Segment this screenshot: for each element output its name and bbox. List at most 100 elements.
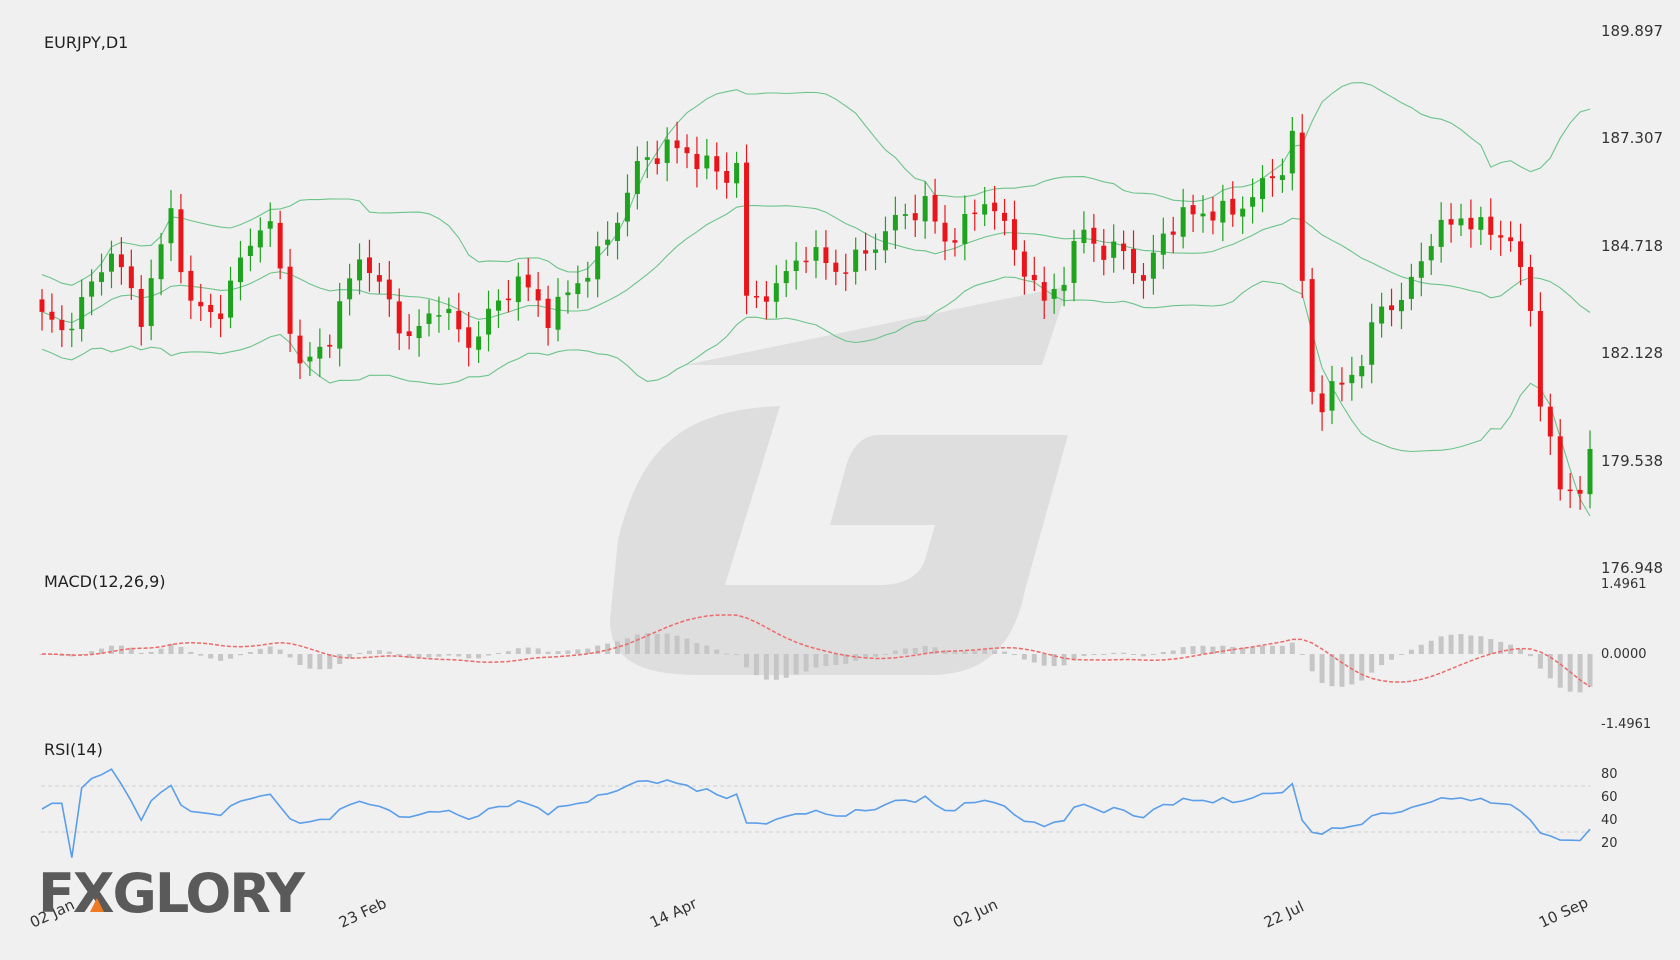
candle-body [823,247,829,264]
macd-histogram-bar [1170,650,1176,654]
macd-histogram-bar [1289,642,1295,654]
candle [317,328,323,378]
candle-body [476,336,482,350]
macd-histogram-bar [555,651,561,654]
rsi-line [41,768,1591,858]
macd-histogram-bar [108,645,114,654]
candle [1011,200,1017,266]
macd-histogram-bar [793,654,799,675]
candle [565,280,571,314]
candle [1498,220,1504,256]
candle [1220,184,1226,242]
candle [476,321,482,363]
candle-body [525,274,531,288]
macd-histogram-bar [565,650,571,654]
candle [1150,234,1156,295]
candle-body [1508,237,1514,242]
candle-body [892,214,898,231]
candle-body [1359,366,1365,377]
candle-body [396,301,402,334]
candle [1577,475,1583,510]
price-tick: 182.128 [1601,344,1663,362]
macd-histogram-bar [247,652,253,654]
candle-body [714,156,720,172]
candle-body [853,249,859,272]
candle [228,266,234,329]
candle-body [446,308,452,314]
candle-body [317,346,323,359]
macd-histogram-bar [1587,654,1593,687]
macd-histogram-bar [1359,654,1365,681]
candle [1478,206,1484,246]
candle-body [1091,227,1097,244]
candle-body [1468,217,1474,230]
macd-axis: 1.4961 0.0000 -1.4961 [1601,577,1651,732]
macd-histogram-bar [486,654,492,656]
candle [1131,230,1137,285]
macd-histogram-bar [505,651,511,654]
candle [704,138,710,180]
macd-histogram-bar [386,651,392,654]
candle-body [1081,229,1087,244]
candle [1527,254,1533,327]
candle [615,212,621,260]
macd-histogram-bar [357,652,363,654]
macd-histogram-bar [892,650,898,654]
candle [297,319,303,380]
macd-histogram-bar [267,646,273,654]
candle-body [1031,274,1037,281]
macd-histogram-bar [1021,654,1027,660]
candle [1021,240,1027,295]
macd-histogram-bar [1557,654,1563,688]
macd-histogram-bar [753,654,759,676]
candle-body [1547,406,1553,437]
candle [218,294,224,338]
candle-body [1289,130,1295,174]
candle-body [1220,200,1226,223]
macd-histogram-bar [823,654,829,666]
candle-body [267,221,273,229]
macd-histogram-bar [317,654,323,670]
candle [456,292,462,343]
candle [813,230,819,279]
macd-histogram-bar [188,651,194,654]
candle-body [793,260,799,272]
candle [208,293,214,328]
candle [406,314,412,350]
candle-body [386,279,392,300]
candle [257,217,263,263]
macd-histogram-bar [624,638,630,654]
candle-body [1309,279,1315,392]
candle-body [1190,205,1196,215]
candle [357,243,363,295]
macd-histogram-bar [912,648,918,654]
candle-body [654,158,660,164]
candle [198,283,204,322]
candle [1319,375,1325,431]
candle-body [1260,178,1266,200]
macd-histogram-bar [1131,654,1137,655]
candle-body [1170,231,1176,235]
candle-body [863,250,869,254]
candle-body [426,313,432,324]
candle-body [1071,241,1077,283]
macd-histogram-bar [1091,654,1097,655]
macd-histogram-bar [1398,654,1404,655]
macd-histogram-bar [1428,640,1434,654]
macd-histogram-bar [1577,654,1583,693]
candle-body [1061,284,1067,291]
macd-histogram-bar [654,633,660,654]
candle [1260,165,1266,213]
macd-histogram-bar [1468,635,1474,654]
macd-histogram-bar [833,654,839,666]
candle-body [555,296,561,330]
candle [396,288,402,351]
macd-histogram-bar [307,654,313,669]
candle [495,289,501,329]
candle [515,262,521,321]
macd-histogram-bar [327,654,333,669]
price-tick: 184.718 [1601,237,1663,255]
candle-body [366,257,372,274]
candle-body [1369,322,1375,365]
candle [376,262,382,294]
